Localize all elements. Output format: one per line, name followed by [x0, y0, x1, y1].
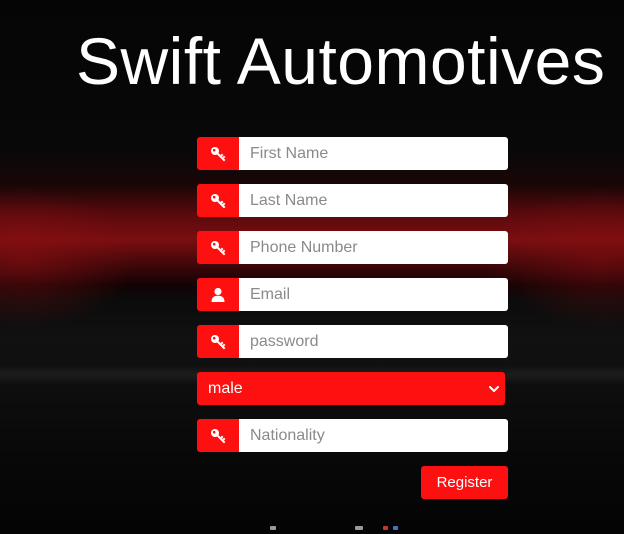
first-name-input[interactable]	[239, 137, 508, 170]
gender-select-value: male	[208, 379, 243, 397]
registration-form: male Register	[197, 137, 508, 499]
last-name-row	[197, 184, 508, 217]
first-name-row	[197, 137, 508, 170]
phone-number-row	[197, 231, 508, 264]
page-title: Swift Automotives	[76, 24, 606, 98]
phone-number-input[interactable]	[239, 231, 508, 264]
nationality-input[interactable]	[239, 419, 508, 452]
key-icon	[197, 325, 239, 358]
background-glow-left	[0, 160, 230, 340]
email-row	[197, 278, 508, 311]
page-background: Swift Automotives First Name Last Name P…	[0, 0, 624, 534]
user-icon	[197, 278, 239, 311]
email-input[interactable]	[239, 278, 508, 311]
chevron-down-icon	[489, 380, 499, 398]
key-icon	[197, 231, 239, 264]
password-input[interactable]	[239, 325, 508, 358]
nationality-row	[197, 419, 508, 452]
last-name-input[interactable]	[239, 184, 508, 217]
password-row	[197, 325, 508, 358]
key-icon	[197, 137, 239, 170]
register-button-wrap: Register	[197, 466, 508, 499]
cut-off-footer-text	[270, 526, 440, 534]
key-icon	[197, 184, 239, 217]
register-button[interactable]: Register	[421, 466, 508, 499]
key-icon	[197, 419, 239, 452]
gender-select[interactable]: male	[197, 372, 505, 405]
